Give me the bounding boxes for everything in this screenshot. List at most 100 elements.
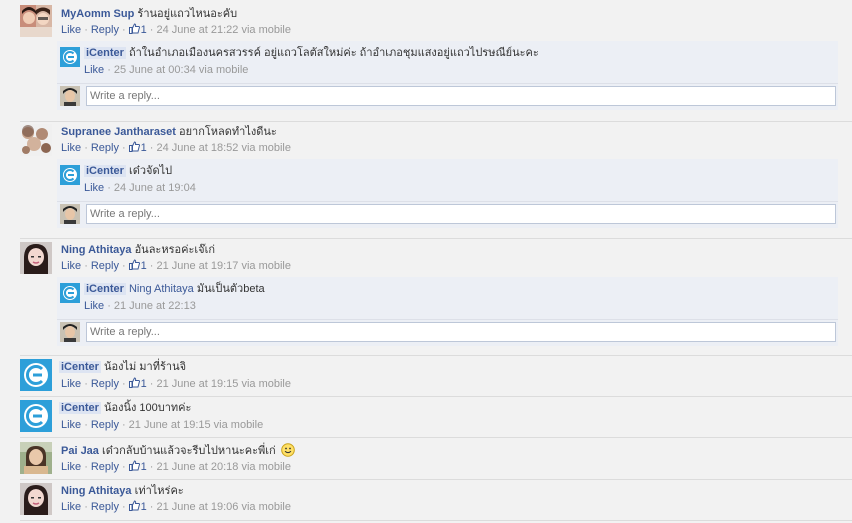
reply-item: iCenter ถ้าในอำเภอเมืองนครสวรรค์ อยู่แถว… <box>57 41 838 84</box>
comment-line: iCenter น้องไม่ มาที่ร้านจิ <box>59 360 186 374</box>
reply-link[interactable]: Reply <box>91 461 119 473</box>
comment-meta: Like · Reply · 21 June at 19:15 via mobile <box>61 419 264 431</box>
like-link[interactable]: Like <box>61 260 81 272</box>
author-link[interactable]: iCenter <box>59 402 101 414</box>
current-user-avatar <box>60 86 80 106</box>
current-user-avatar <box>60 204 80 224</box>
avatar[interactable] <box>20 5 52 37</box>
reply-link[interactable]: Reply <box>91 142 119 154</box>
reply-link[interactable]: Reply <box>91 419 119 431</box>
comment-line: iCenter น้องนิ้ง 100บาทค่ะ <box>59 401 191 415</box>
comment-meta: Like · Reply · 1 · 24 June at 21:22 via mobile <box>61 23 291 36</box>
comment-stream: MyAomm Sup ร้านอยู่แถวไหนอะคับ Like · Repl… <box>0 0 852 523</box>
author-link[interactable]: iCenter <box>84 165 126 177</box>
comment-text: ร้านอยู่แถวไหนอะคับ <box>137 8 238 20</box>
comment-text: อยากโหลดทำไงดีนะ <box>179 126 277 138</box>
thumbs-up-icon <box>128 23 140 34</box>
timestamp[interactable]: 25 June at 00:34 via mobile <box>114 64 249 76</box>
like-link[interactable]: Like <box>61 378 81 390</box>
comment-meta: Like · Reply · 1 · 24 June at 18:52 via mobile <box>61 141 291 154</box>
author-link[interactable]: Pai Jaa <box>61 445 99 457</box>
comment-text: อันละหรอค่ะเจ๊เก่ <box>134 244 215 256</box>
timestamp[interactable]: 21 June at 19:17 via mobile <box>156 260 291 272</box>
like-link[interactable]: Like <box>84 64 104 76</box>
icenter-logo-icon[interactable] <box>20 359 52 391</box>
timestamp[interactable]: 24 June at 18:52 via mobile <box>156 142 291 154</box>
like-link[interactable]: Like <box>61 461 81 473</box>
like-count[interactable]: 1 <box>128 377 147 390</box>
avatar[interactable] <box>20 242 52 274</box>
author-link[interactable]: iCenter <box>59 361 101 373</box>
reply-item: iCenter เด๋วจัดไป Like · 24 June at 19:04 <box>57 159 838 202</box>
comment-meta: Like · Reply · 1 · 21 June at 19:15 via mobile <box>61 377 291 390</box>
reply-line: iCenter Ning Athitaya มันเป็นตัวbeta <box>84 282 265 296</box>
author-link[interactable]: iCenter <box>84 283 126 295</box>
timestamp[interactable]: 21 June at 19:15 via mobile <box>156 378 291 390</box>
author-link[interactable]: MyAomm Sup <box>61 8 134 20</box>
reply-item: iCenter Ning Athitaya มันเป็นตัวbeta Lik… <box>57 277 838 320</box>
timestamp[interactable]: 21 June at 22:13 <box>114 300 196 312</box>
reply-block: iCenter เด๋วจัดไป Like · 24 June at 19:04 … <box>57 159 838 228</box>
reply-input[interactable]: Write a reply... <box>86 86 836 106</box>
icenter-logo-icon[interactable] <box>20 400 52 432</box>
divider <box>20 238 852 239</box>
thumbs-up-icon <box>128 377 140 388</box>
comment-text: เท่าไหร่คะ <box>134 485 184 497</box>
reply-line: iCenter ถ้าในอำเภอเมืองนครสวรรค์ อยู่แถว… <box>84 46 539 60</box>
reply-link[interactable]: Reply <box>91 24 119 36</box>
reply-line: iCenter เด๋วจัดไป <box>84 164 172 178</box>
mention-link[interactable]: Ning Athitaya <box>129 283 194 295</box>
author-link[interactable]: Ning Athitaya <box>61 244 132 256</box>
comment-line: Ning Athitaya เท่าไหร่คะ <box>61 484 184 498</box>
current-user-avatar <box>60 322 80 342</box>
thumbs-up-icon <box>128 141 140 152</box>
like-count[interactable]: 1 <box>128 141 147 154</box>
timestamp[interactable]: 21 June at 19:06 via mobile <box>156 501 291 513</box>
comment-line: Pai Jaa เด๋วกลับบ้านแล้วจะรีบไปหานะคะพี่… <box>61 443 295 458</box>
comment-line: Supranee Jantharaset อยากโหลดทำไงดีนะ <box>61 125 277 139</box>
timestamp[interactable]: 21 June at 20:18 via mobile <box>156 461 291 473</box>
like-link[interactable]: Like <box>61 24 81 36</box>
timestamp[interactable]: 24 June at 19:04 <box>114 182 196 194</box>
timestamp[interactable]: 21 June at 19:15 via mobile <box>129 419 264 431</box>
smiley-emoticon-icon <box>280 443 295 457</box>
reply-text: ถ้าในอำเภอเมืองนครสวรรค์ อยู่แถวโลตัสใหม… <box>128 47 539 59</box>
like-link[interactable]: Like <box>84 182 104 194</box>
thumbs-up-icon <box>128 460 140 471</box>
reply-link[interactable]: Reply <box>91 501 119 513</box>
like-link[interactable]: Like <box>61 419 81 431</box>
divider <box>20 437 852 438</box>
author-link[interactable]: Supranee Jantharaset <box>61 126 176 138</box>
like-count[interactable]: 1 <box>128 460 147 473</box>
like-link[interactable]: Like <box>84 300 104 312</box>
like-count[interactable]: 1 <box>128 23 147 36</box>
reply-link[interactable]: Reply <box>91 260 119 272</box>
reply-link[interactable]: Reply <box>91 378 119 390</box>
comment-text: น้องไม่ มาที่ร้านจิ <box>103 361 187 373</box>
divider <box>20 479 852 480</box>
reply-input[interactable]: Write a reply... <box>86 322 836 342</box>
author-link[interactable]: Ning Athitaya <box>61 485 132 497</box>
reply-block: iCenter ถ้าในอำเภอเมืองนครสวรรค์ อยู่แถว… <box>57 41 838 110</box>
icenter-logo-icon[interactable] <box>60 47 80 67</box>
like-count[interactable]: 1 <box>128 259 147 272</box>
like-link[interactable]: Like <box>61 142 81 154</box>
author-link[interactable]: iCenter <box>84 47 126 59</box>
like-count[interactable]: 1 <box>128 500 147 513</box>
icenter-logo-icon[interactable] <box>60 165 80 185</box>
reply-input[interactable]: Write a reply... <box>86 204 836 224</box>
icenter-logo-icon[interactable] <box>60 283 80 303</box>
avatar[interactable] <box>20 124 52 156</box>
reply-meta: Like · 25 June at 00:34 via mobile <box>84 64 249 76</box>
comment-meta: Like · Reply · 1 · 21 June at 19:06 via mobile <box>61 500 291 513</box>
comment-line: MyAomm Sup ร้านอยู่แถวไหนอะคับ <box>61 7 237 21</box>
timestamp[interactable]: 24 June at 21:22 via mobile <box>156 24 291 36</box>
thumbs-up-icon <box>128 259 140 270</box>
comment-text: น้องนิ้ง 100บาทค่ะ <box>103 402 192 414</box>
comment-line: Ning Athitaya อันละหรอค่ะเจ๊เก่ <box>61 243 215 257</box>
avatar[interactable] <box>20 483 52 515</box>
like-link[interactable]: Like <box>61 501 81 513</box>
divider <box>20 355 852 356</box>
thumbs-up-icon <box>128 500 140 511</box>
avatar[interactable] <box>20 442 52 474</box>
